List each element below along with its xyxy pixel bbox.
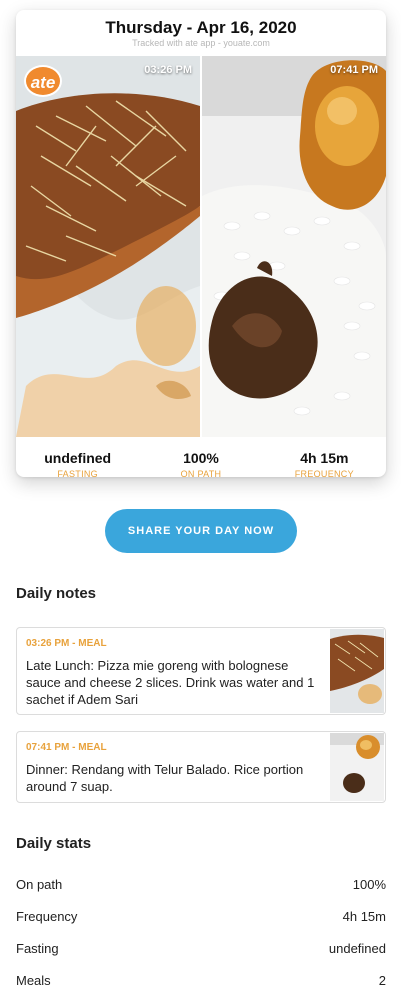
stat-value: 100% <box>352 877 386 892</box>
meal-photo-lunch[interactable]: ate 03:26 PM <box>16 56 200 437</box>
card-subtitle: Tracked with ate app - youate.com <box>132 38 270 48</box>
metric-label: FASTING <box>57 469 98 477</box>
note-card-dinner[interactable]: 07:41 PM - MEAL Dinner: Rendang with Tel… <box>16 731 386 803</box>
metric-value: undefined <box>44 450 112 466</box>
stat-row-meals: Meals 2 <box>16 973 386 988</box>
meal-photos: ate 03:26 PM 07:41 PM <box>16 56 386 437</box>
stat-value: 2 <box>378 973 386 988</box>
rice-rendang-thumbnail <box>330 733 384 801</box>
metric-on-path: 100% ON PATH <box>139 437 262 477</box>
note-text: Dinner: Rendang with Telur Balado. Rice … <box>26 762 304 794</box>
meal-photo-dinner[interactable]: 07:41 PM <box>202 56 386 437</box>
note-text: Late Lunch: Pizza mie goreng with bologn… <box>26 658 315 707</box>
stat-value: undefined <box>328 941 386 956</box>
ate-logo: ate <box>24 65 62 97</box>
note-meta: 03:26 PM - MEAL <box>26 638 107 649</box>
card-title: Thursday - Apr 16, 2020 <box>105 18 297 37</box>
metric-label: ON PATH <box>180 469 222 477</box>
metric-label: FREQUENCY <box>294 469 354 477</box>
daily-notes-heading: Daily notes <box>16 585 97 602</box>
daily-stats-heading: Daily stats <box>16 835 92 852</box>
stat-row-on-path: On path 100% <box>16 877 386 892</box>
share-day-button[interactable]: SHARE YOUR DAY NOW <box>105 509 297 553</box>
note-card-lunch[interactable]: 03:26 PM - MEAL Late Lunch: Pizza mie go… <box>16 627 386 715</box>
metric-value: 4h 15m <box>300 450 349 466</box>
stat-label: Fasting <box>16 941 59 956</box>
stat-label: Frequency <box>16 909 78 924</box>
photo-time-lunch: 03:26 PM <box>144 64 192 76</box>
metric-value: 100% <box>183 450 219 466</box>
note-thumbnail <box>330 629 384 713</box>
day-summary-card: Thursday - Apr 16, 2020 Tracked with ate… <box>16 10 386 477</box>
metric-fasting: undefined FASTING <box>16 437 139 477</box>
note-meta: 07:41 PM - MEAL <box>26 742 107 753</box>
stat-row-frequency: Frequency 4h 15m <box>16 909 386 924</box>
stat-value: 4h 15m <box>342 909 386 924</box>
summary-metrics: undefined FASTING 100% ON PATH 4h 15m FR… <box>16 437 386 477</box>
stat-label: Meals <box>16 973 51 988</box>
stat-label: On path <box>16 877 63 892</box>
rice-rendang-photo <box>202 56 386 437</box>
metric-frequency: 4h 15m FREQUENCY <box>263 437 386 477</box>
pizza-thumbnail <box>330 629 384 713</box>
pizza-photo <box>16 56 200 437</box>
stat-row-fasting: Fasting undefined <box>16 941 386 956</box>
photo-time-dinner: 07:41 PM <box>330 64 378 76</box>
note-thumbnail <box>330 733 384 801</box>
